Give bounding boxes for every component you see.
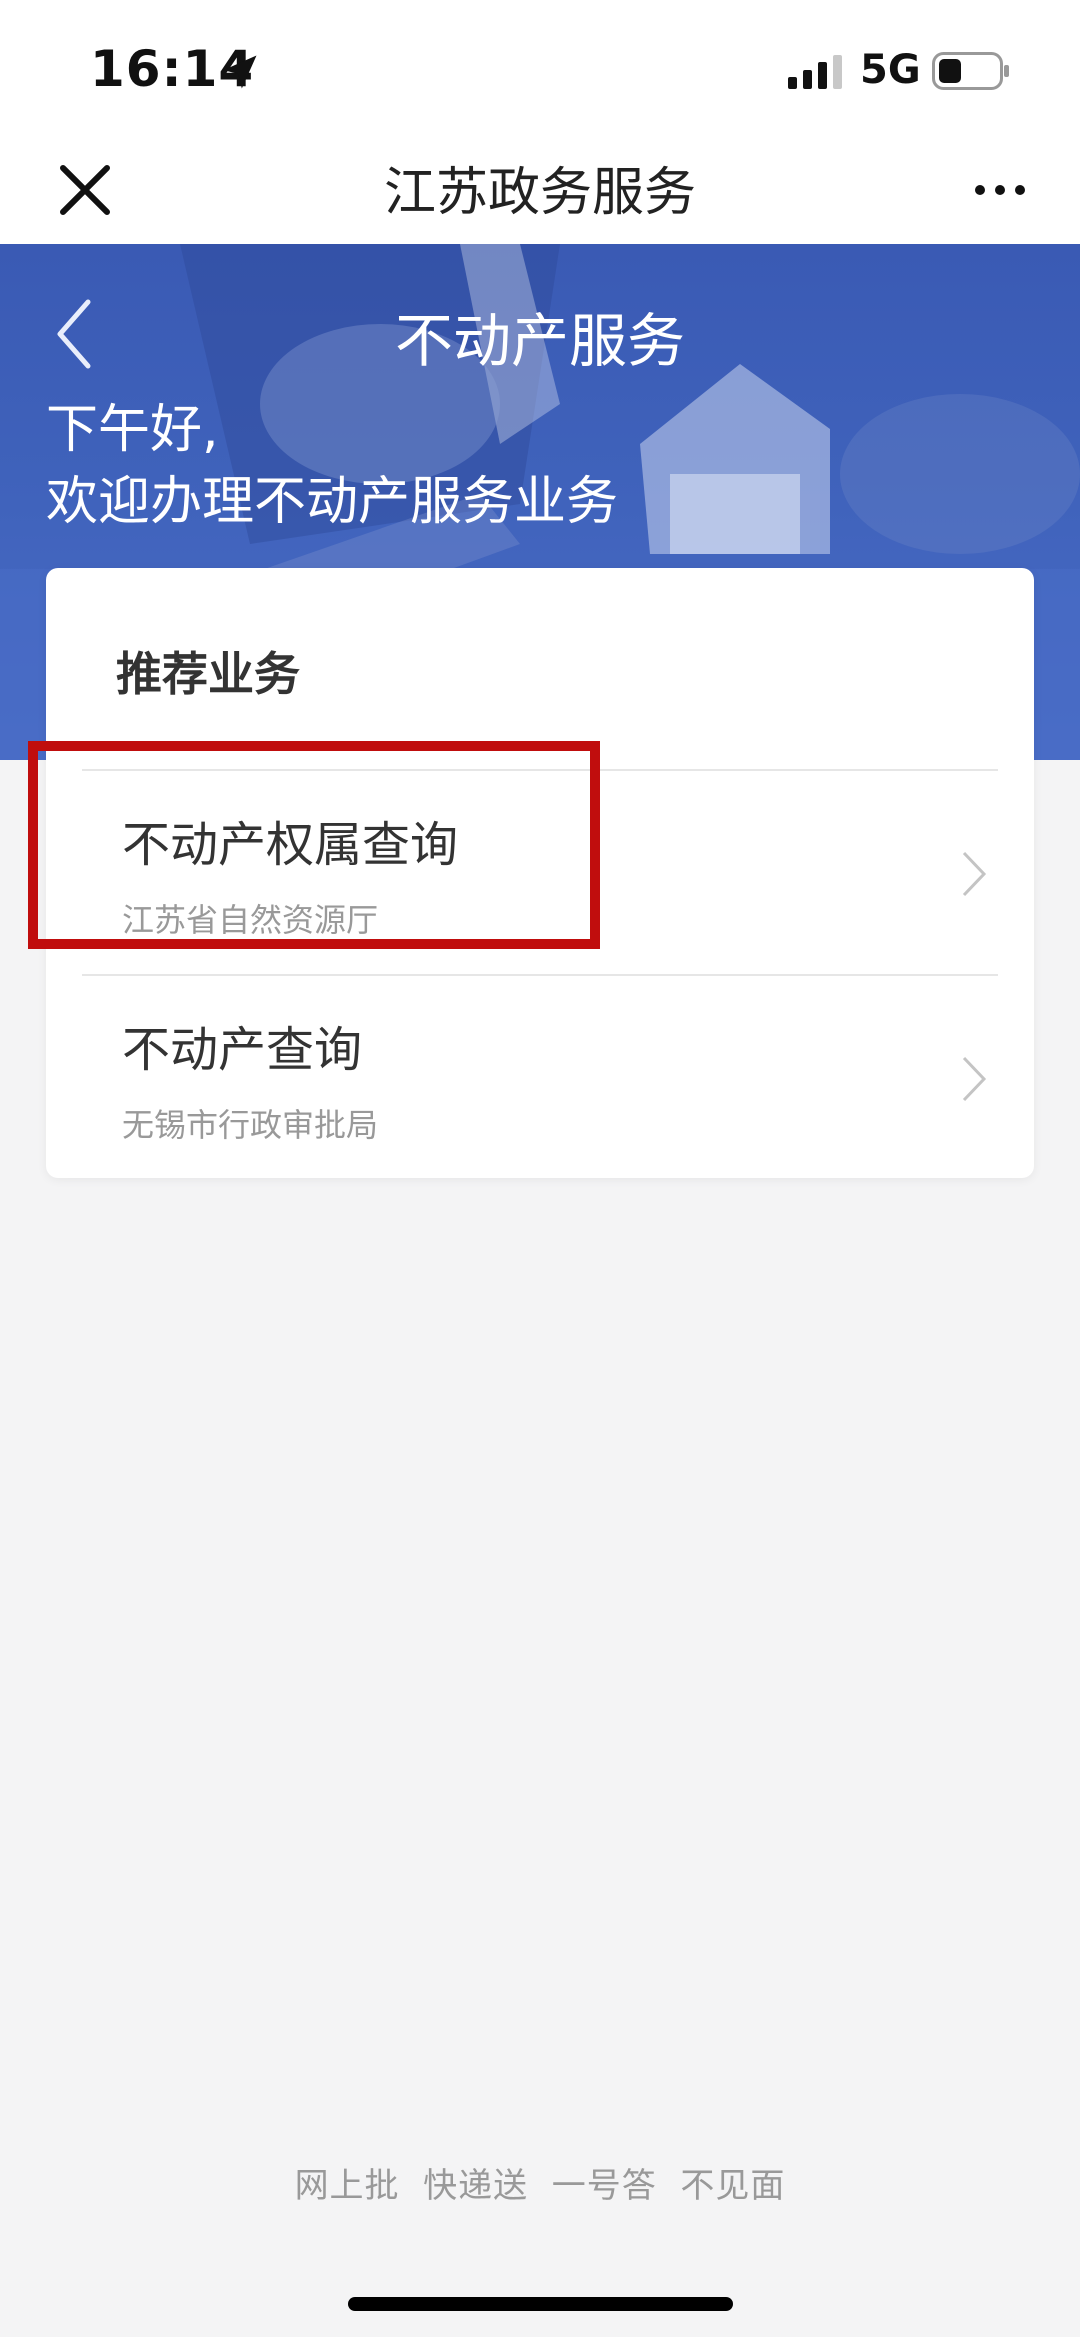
section-title: 推荐业务 bbox=[116, 647, 300, 701]
battery-icon bbox=[932, 52, 1009, 90]
greeting-text: 下午好, 欢迎办理不动产服务业务 bbox=[46, 394, 618, 538]
service-name: 不动产查询 bbox=[122, 1022, 363, 1078]
greeting-line-2: 欢迎办理不动产服务业务 bbox=[46, 472, 619, 532]
page-title: 不动产服务 bbox=[394, 307, 685, 375]
status-bar: 16:14 5G bbox=[0, 0, 1080, 140]
greeting-line-1: 下午好, bbox=[46, 400, 219, 460]
service-department: 无锡市行政审批局 bbox=[122, 1106, 379, 1144]
network-type: 5G bbox=[860, 47, 921, 93]
location-arrow-icon bbox=[223, 55, 257, 89]
chevron-right-icon bbox=[962, 851, 987, 897]
more-icon[interactable] bbox=[970, 170, 1030, 210]
highlight-annotation-box bbox=[28, 741, 600, 949]
footer-slogan: 网上批 快递送 一号答 不见面 bbox=[294, 2166, 786, 2206]
nav-bar: 江苏政务服务 bbox=[0, 140, 1080, 244]
service-item-property-query[interactable]: 不动产查询 无锡市行政审批局 bbox=[82, 976, 998, 1180]
chevron-right-icon bbox=[962, 1056, 987, 1102]
signal-bars-icon bbox=[788, 55, 842, 89]
nav-title: 江苏政务服务 bbox=[383, 163, 696, 223]
home-indicator bbox=[348, 2297, 733, 2311]
